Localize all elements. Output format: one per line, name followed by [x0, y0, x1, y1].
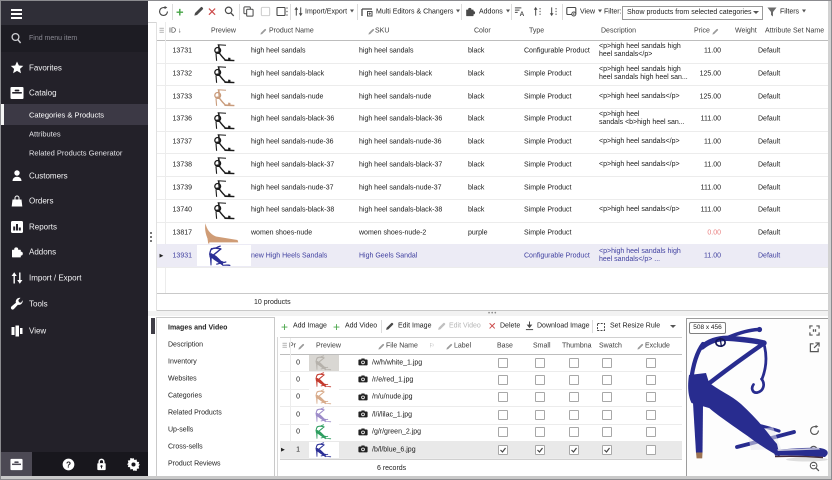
svg-text:?: ?: [66, 459, 71, 469]
svg-text:A: A: [520, 11, 525, 17]
